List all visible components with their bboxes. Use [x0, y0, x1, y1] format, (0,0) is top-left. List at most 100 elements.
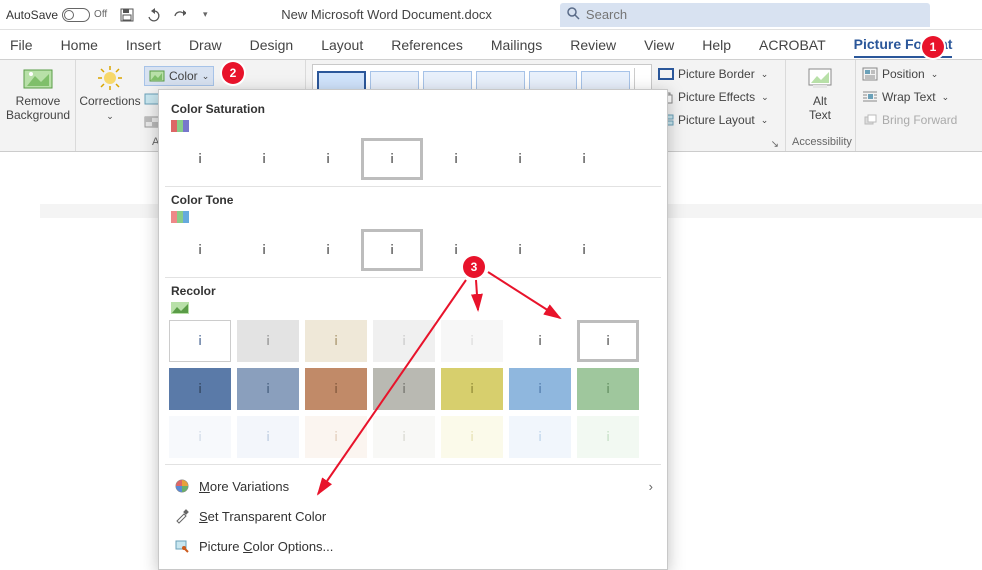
more-variations-item[interactable]: More Variations › [169, 471, 657, 501]
group-accessibility: AltText Accessibility [786, 60, 856, 151]
tab-draw[interactable]: Draw [189, 33, 222, 57]
saturation-swatch-selected[interactable]: ⅰ [361, 138, 423, 180]
saturation-swatch[interactable]: ⅰ [553, 138, 615, 180]
save-icon[interactable] [119, 7, 135, 23]
recolor-preset-icon [171, 302, 189, 316]
recolor-swatch[interactable]: ⅰ [237, 368, 299, 410]
group-remove-bg: Remove Background [0, 60, 76, 151]
color-wheel-icon [173, 477, 191, 495]
remove-background-button[interactable]: Remove Background [6, 64, 70, 122]
picture-layout-label: Picture Layout [678, 113, 755, 127]
picture-effects-label: Picture Effects [678, 90, 755, 104]
tab-view[interactable]: View [644, 33, 674, 57]
picture-color-options-label: Picture Color Options... [199, 539, 333, 554]
chevron-down-icon: ⌄ [202, 71, 210, 82]
wrap-text-button[interactable]: Wrap Text⌄ [862, 87, 957, 107]
tone-preset-icon [171, 211, 189, 225]
saturation-swatch[interactable]: ⅰ [297, 138, 359, 180]
callout-1: 1 [922, 36, 944, 58]
qat-dropdown-icon[interactable]: ▾ [197, 7, 213, 23]
color-dropdown: Color Saturation ⅰ ⅰ ⅰ ⅰ ⅰ ⅰ ⅰ Color Ton… [158, 89, 668, 570]
tone-swatch[interactable]: ⅰ [233, 229, 295, 271]
recolor-swatch[interactable]: ⅰ [509, 320, 571, 362]
corrections-label: Corrections⌄ [79, 94, 140, 122]
recolor-swatch[interactable]: ⅰ [373, 416, 435, 458]
document-title: New Microsoft Word Document.docx [281, 7, 492, 22]
group-launcher-icon[interactable]: ↘ [771, 139, 779, 150]
recolor-grid: ⅰⅰⅰⅰⅰⅰⅰⅰⅰⅰⅰⅰⅰⅰⅰⅰⅰⅰⅰⅰⅰ [169, 320, 657, 458]
bring-forward-button[interactable]: Bring Forward [862, 110, 957, 130]
recolor-swatch[interactable]: ⅰ [169, 368, 231, 410]
picture-border-button[interactable]: Picture Border⌄ [658, 64, 769, 84]
recolor-swatch[interactable]: ⅰ [509, 416, 571, 458]
corrections-button[interactable]: Corrections⌄ [82, 64, 138, 122]
recolor-swatch[interactable]: ⅰ [237, 320, 299, 362]
tab-mailings[interactable]: Mailings [491, 33, 542, 57]
recolor-swatch[interactable]: ⅰ [169, 416, 231, 458]
saturation-swatch[interactable]: ⅰ [233, 138, 295, 180]
alt-text-icon [804, 64, 836, 92]
recolor-swatch[interactable]: ⅰ [305, 416, 367, 458]
recolor-swatch[interactable]: ⅰ [169, 320, 231, 362]
alt-text-button[interactable]: AltText [792, 64, 848, 122]
bring-forward-icon [862, 112, 878, 128]
color-button[interactable]: Color ⌄ [144, 66, 214, 86]
tab-layout[interactable]: Layout [321, 33, 363, 57]
recolor-swatch[interactable]: ⅰ [577, 416, 639, 458]
recolor-swatch[interactable]: ⅰ [577, 320, 639, 362]
options-icon [173, 537, 191, 555]
position-label: Position [882, 67, 925, 81]
tone-swatch-selected[interactable]: ⅰ [361, 229, 423, 271]
tab-references[interactable]: References [391, 33, 463, 57]
search-input[interactable] [586, 7, 924, 22]
section-color-tone: Color Tone [171, 193, 657, 207]
tab-help[interactable]: Help [702, 33, 731, 57]
recolor-swatch[interactable]: ⅰ [305, 368, 367, 410]
recolor-swatch[interactable]: ⅰ [305, 320, 367, 362]
undo-icon[interactable] [145, 7, 161, 23]
tab-insert[interactable]: Insert [126, 33, 161, 57]
set-transparent-color-item[interactable]: Set Transparent Color [169, 501, 657, 531]
color-label: Color [169, 69, 198, 83]
recolor-swatch[interactable]: ⅰ [441, 320, 503, 362]
saturation-swatch[interactable]: ⅰ [489, 138, 551, 180]
recolor-swatch[interactable]: ⅰ [509, 368, 571, 410]
saturation-swatch[interactable]: ⅰ [425, 138, 487, 180]
recolor-swatch[interactable]: ⅰ [373, 320, 435, 362]
recolor-swatch[interactable]: ⅰ [237, 416, 299, 458]
section-recolor: Recolor [171, 284, 657, 298]
eyedropper-icon [173, 507, 191, 525]
tab-home[interactable]: Home [61, 33, 98, 57]
tone-swatch[interactable]: ⅰ [169, 229, 231, 271]
search-bar[interactable] [560, 3, 930, 27]
callout-2: 2 [222, 62, 244, 84]
tab-design[interactable]: Design [250, 33, 294, 57]
section-color-saturation: Color Saturation [171, 102, 657, 116]
recolor-swatch[interactable]: ⅰ [577, 368, 639, 410]
toggle-off-icon [62, 8, 90, 22]
recolor-swatch[interactable]: ⅰ [441, 416, 503, 458]
picture-layout-button[interactable]: Picture Layout⌄ [658, 110, 769, 130]
ribbon-tabs: File Home Insert Draw Design Layout Refe… [0, 30, 982, 60]
tab-review[interactable]: Review [570, 33, 616, 57]
picture-effects-button[interactable]: Picture Effects⌄ [658, 87, 769, 107]
group-label-accessibility: Accessibility [792, 136, 849, 150]
picture-color-options-item[interactable]: Picture Color Options... [169, 531, 657, 561]
position-button[interactable]: Position⌄ [862, 64, 957, 84]
tone-swatch[interactable]: ⅰ [553, 229, 615, 271]
tab-acrobat[interactable]: ACROBAT [759, 33, 826, 57]
tab-file[interactable]: File [10, 33, 33, 57]
saturation-swatch[interactable]: ⅰ [169, 138, 231, 180]
redo-icon[interactable] [171, 7, 187, 23]
tone-swatch[interactable]: ⅰ [489, 229, 551, 271]
recolor-swatch[interactable]: ⅰ [373, 368, 435, 410]
autosave-toggle[interactable]: AutoSave Off [6, 8, 107, 22]
color-icon [149, 68, 165, 84]
quick-access-toolbar: ▾ [119, 7, 213, 23]
recolor-swatch[interactable]: ⅰ [441, 368, 503, 410]
tone-swatch[interactable]: ⅰ [297, 229, 359, 271]
group-arrange: Position⌄ Wrap Text⌄ Bring Forward [856, 60, 976, 151]
remove-background-icon [22, 64, 54, 92]
autosave-label: AutoSave [6, 8, 58, 22]
alt-text-label: AltText [809, 94, 831, 122]
